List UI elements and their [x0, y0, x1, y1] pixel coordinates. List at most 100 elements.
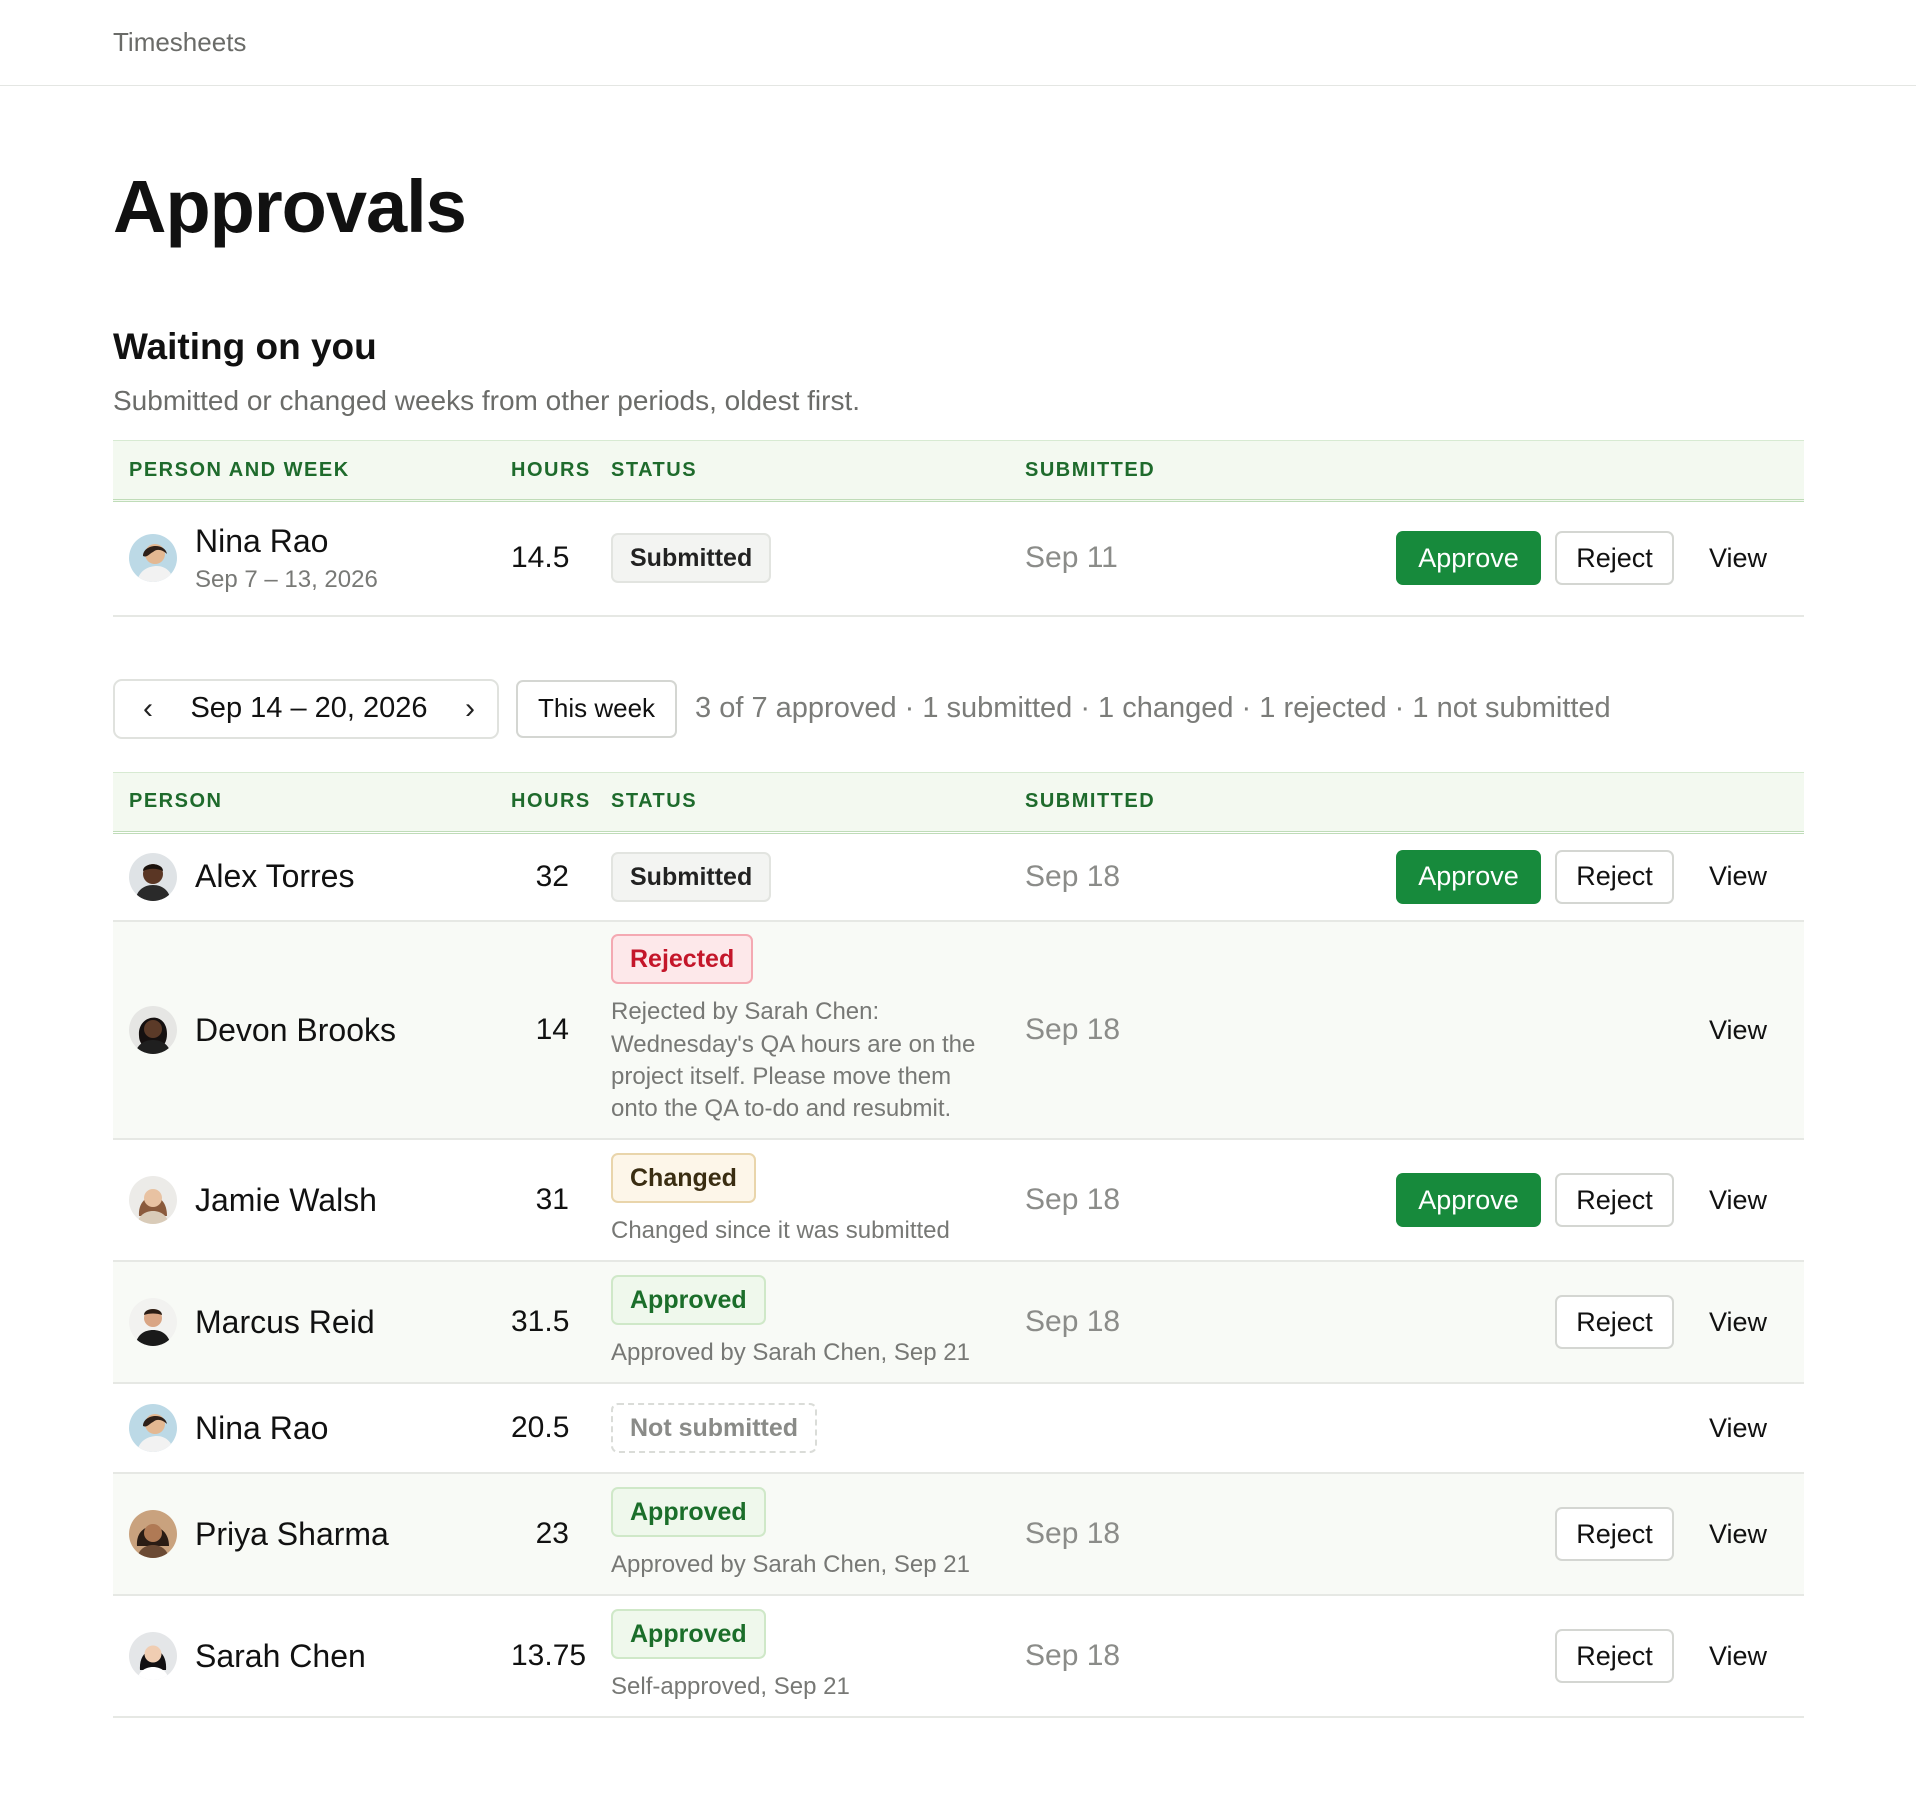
row-actions: Approve Reject View — [1265, 1173, 1788, 1227]
status-badge: Submitted — [611, 851, 772, 902]
approve-button[interactable]: Approve — [1396, 849, 1541, 904]
view-button[interactable]: View — [1688, 1173, 1788, 1227]
status-badge: Approved — [611, 1608, 766, 1659]
chevron-right-icon[interactable]: › — [457, 692, 483, 726]
table-row: Sarah Chen 13.75 Approved Self-approved,… — [113, 1595, 1804, 1718]
page-title: Approvals — [113, 165, 467, 248]
waiting-table-header: PERSON AND WEEK HOURS STATUS SUBMITTED — [113, 440, 1804, 502]
person-cell: Priya Sharma — [129, 1510, 479, 1558]
person-name[interactable]: Devon Brooks — [195, 1012, 396, 1049]
status-badge: Submitted — [611, 533, 772, 584]
status-note: Approved by Sarah Chen, Sep 21 — [611, 1550, 970, 1578]
status-note: Self-approved, Sep 21 — [611, 1672, 850, 1700]
table-row: Nina Rao Sep 7 – 13, 2026 14.5 Submitted… — [113, 500, 1804, 617]
column-header-submitted: SUBMITTED — [1009, 440, 1249, 502]
row-actions: Approve Reject View — [1265, 849, 1788, 904]
status-badge: Rejected — [611, 934, 754, 985]
status-note: Changed since it was submitted — [611, 1216, 950, 1244]
person-cell: Sarah Chen — [129, 1632, 479, 1680]
avatar — [129, 1176, 177, 1224]
hours-value: 13.75 — [495, 1595, 595, 1718]
column-header-hours: HOURS — [495, 440, 595, 502]
person-cell: Nina Rao Sep 7 – 13, 2026 — [129, 523, 479, 594]
avatar — [129, 1510, 177, 1558]
status-note: Approved by Sarah Chen, Sep 21 — [611, 1338, 970, 1366]
view-button[interactable]: View — [1688, 1401, 1788, 1455]
column-header-status: STATUS — [595, 771, 1009, 834]
person-name[interactable]: Nina Rao — [195, 1410, 328, 1447]
status-badge: Changed — [611, 1152, 756, 1203]
column-header-actions — [1249, 771, 1804, 834]
submitted-date: Sep 18 — [1009, 921, 1249, 1140]
row-actions: Reject View — [1265, 1295, 1788, 1349]
week-toolbar: ‹ Sep 14 – 20, 2026 › This week 3 of 7 a… — [113, 678, 1803, 739]
person-name[interactable]: Priya Sharma — [195, 1516, 389, 1553]
view-button[interactable]: View — [1688, 850, 1788, 904]
row-actions: Approve Reject View — [1265, 531, 1788, 586]
table-row: Devon Brooks 14 Rejected Rejected by Sar… — [113, 921, 1804, 1140]
reject-button[interactable]: Reject — [1555, 1629, 1674, 1683]
row-actions: View — [1265, 1401, 1788, 1455]
view-button[interactable]: View — [1688, 1003, 1788, 1057]
view-button[interactable]: View — [1688, 531, 1788, 585]
person-week: Sep 7 – 13, 2026 — [195, 565, 378, 593]
chevron-left-icon[interactable]: ‹ — [135, 692, 161, 726]
view-button[interactable]: View — [1688, 1295, 1788, 1349]
avatar — [129, 1404, 177, 1452]
reject-button[interactable]: Reject — [1555, 1507, 1674, 1561]
column-header-person: PERSON — [113, 771, 495, 834]
week-table: PERSON HOURS STATUS SUBMITTED Alex Torre… — [113, 771, 1804, 1718]
avatar — [129, 534, 177, 583]
submitted-date: Sep 18 — [1009, 1139, 1249, 1262]
column-header-hours: HOURS — [495, 771, 595, 834]
approve-button[interactable]: Approve — [1396, 1173, 1541, 1227]
waiting-section-subtitle: Submitted or changed weeks from other pe… — [113, 385, 861, 416]
person-name[interactable]: Nina Rao — [195, 523, 378, 560]
status-badge: Approved — [611, 1486, 766, 1537]
waiting-table: PERSON AND WEEK HOURS STATUS SUBMITTED N… — [113, 440, 1804, 617]
week-range[interactable]: Sep 14 – 20, 2026 — [190, 692, 427, 725]
column-header-person-week: PERSON AND WEEK — [113, 440, 495, 502]
table-row: Jamie Walsh 31 Changed Changed since it … — [113, 1139, 1804, 1262]
row-actions: Reject View — [1265, 1507, 1788, 1561]
person-cell: Jamie Walsh — [129, 1176, 479, 1224]
submitted-date: Sep 11 — [1009, 500, 1249, 617]
reject-button[interactable]: Reject — [1555, 849, 1674, 904]
submitted-date: Sep 18 — [1009, 1261, 1249, 1384]
hours-value: 14 — [495, 921, 595, 1140]
reject-button[interactable]: Reject — [1555, 1173, 1674, 1227]
hours-value: 31.5 — [495, 1261, 595, 1384]
status-note: Rejected by Sarah Chen: Wednesday's QA h… — [611, 998, 976, 1123]
approve-button[interactable]: Approve — [1396, 531, 1541, 586]
column-header-actions — [1249, 440, 1804, 502]
row-actions: Reject View — [1265, 1629, 1788, 1683]
hours-value: 31 — [495, 1139, 595, 1262]
week-summary: 3 of 7 approved · 1 submitted · 1 change… — [695, 692, 1611, 724]
hours-value: 20.5 — [495, 1383, 595, 1474]
week-picker: ‹ Sep 14 – 20, 2026 › — [113, 678, 499, 739]
view-button[interactable]: View — [1688, 1507, 1788, 1561]
person-name[interactable]: Jamie Walsh — [195, 1182, 377, 1219]
reject-button[interactable]: Reject — [1555, 1295, 1674, 1349]
table-row: Priya Sharma 23 Approved Approved by Sar… — [113, 1473, 1804, 1596]
waiting-section-title: Waiting on you — [113, 326, 377, 367]
avatar — [129, 852, 177, 901]
hours-value: 32 — [495, 832, 595, 922]
column-header-status: STATUS — [595, 440, 1009, 502]
breadcrumb[interactable]: Timesheets — [113, 27, 246, 58]
column-header-submitted: SUBMITTED — [1009, 771, 1249, 834]
table-row: Nina Rao 20.5 Not submitted View — [113, 1383, 1804, 1474]
submitted-date: Sep 18 — [1009, 832, 1249, 922]
person-name[interactable]: Alex Torres — [195, 858, 354, 895]
person-name[interactable]: Sarah Chen — [195, 1638, 366, 1675]
submitted-date — [1009, 1383, 1249, 1474]
status-badge: Approved — [611, 1274, 766, 1325]
hours-value: 23 — [495, 1473, 595, 1596]
person-name[interactable]: Marcus Reid — [195, 1304, 375, 1341]
reject-button[interactable]: Reject — [1555, 531, 1674, 586]
this-week-button[interactable]: This week — [516, 679, 678, 738]
view-button[interactable]: View — [1688, 1629, 1788, 1683]
person-cell: Alex Torres — [129, 852, 479, 901]
avatar — [129, 1632, 177, 1680]
main-content: Approvals Waiting on you Submitted or ch… — [0, 170, 1916, 1718]
